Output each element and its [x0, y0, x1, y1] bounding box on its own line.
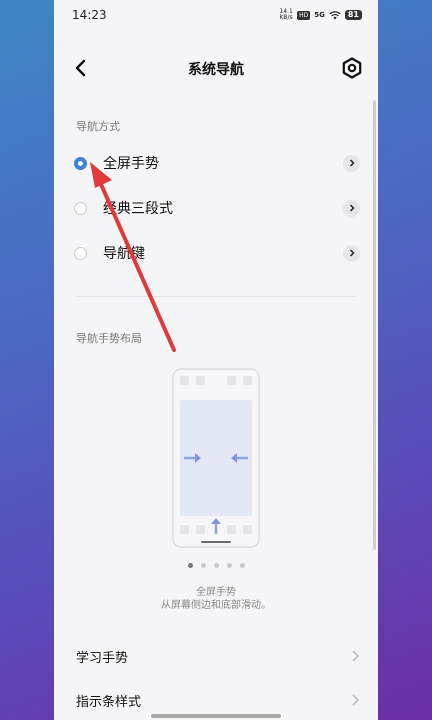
home-indicator[interactable]: [151, 714, 281, 718]
gesture-phone-illustration: [172, 368, 260, 548]
carousel-dot[interactable]: [200, 563, 206, 568]
divider: [76, 296, 356, 297]
gesture-caption: 全屏手势 从屏幕侧边和底部滑动。: [54, 586, 378, 612]
carousel-dot[interactable]: [187, 563, 193, 568]
scrollbar[interactable]: [373, 100, 376, 550]
option-label: 全屏手势: [103, 156, 159, 172]
row-label: 指示条样式: [76, 694, 142, 710]
page-title: 系统导航: [188, 62, 244, 78]
settings-icon[interactable]: [340, 56, 364, 80]
battery-icon: 81: [344, 10, 362, 20]
carousel-dot[interactable]: [239, 563, 245, 568]
caption-title: 全屏手势: [196, 587, 236, 598]
option-full-screen-gesture[interactable]: 全屏手势: [74, 148, 360, 178]
phone-screen: 14:23 14.1 KB/s HD 5G 81 系统导航 导航方式 全屏手势 …: [54, 0, 378, 720]
hd-icon: HD: [297, 10, 311, 20]
carousel-dot[interactable]: [226, 563, 232, 568]
carousel-dots: [54, 563, 378, 568]
section-label-gesture-layout: 导航手势布局: [76, 332, 142, 345]
row-learn-gestures[interactable]: 学习手势: [76, 644, 360, 668]
status-icons: 14.1 KB/s HD 5G 81: [279, 9, 362, 21]
radio-selected[interactable]: [74, 156, 87, 170]
radio-unselected[interactable]: [74, 246, 87, 260]
option-label: 导航键: [103, 246, 145, 262]
row-label: 学习手势: [76, 650, 129, 666]
status-bar: 14:23 14.1 KB/s HD 5G 81: [54, 0, 378, 32]
option-label: 经典三段式: [103, 201, 173, 217]
net-speed: 14.1 KB/s: [279, 8, 293, 21]
caption-text: 从屏幕侧边和底部滑动。: [161, 600, 271, 611]
carousel-dot[interactable]: [213, 563, 219, 568]
signal-icon: 5G: [314, 11, 325, 19]
chevron-right-icon[interactable]: [343, 244, 360, 262]
row-indicator-style[interactable]: 指示条样式: [76, 688, 360, 712]
chevron-right-icon[interactable]: [343, 154, 360, 172]
option-nav-keys[interactable]: 导航键: [74, 238, 360, 268]
chevron-right-icon[interactable]: [343, 199, 360, 217]
radio-unselected[interactable]: [74, 201, 87, 215]
app-header: 系统导航: [54, 48, 378, 88]
status-time: 14:23: [72, 8, 107, 22]
chevron-right-icon: [352, 694, 360, 706]
section-label-nav-mode: 导航方式: [76, 120, 120, 133]
option-classic-three-button[interactable]: 经典三段式: [74, 193, 360, 223]
chevron-right-icon: [352, 650, 360, 662]
wifi-icon: [329, 10, 341, 19]
